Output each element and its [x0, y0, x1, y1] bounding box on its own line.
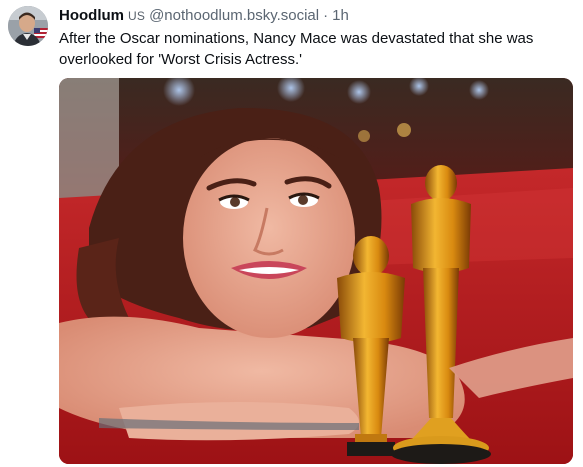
- post-header: Hoodlum US @nothoodlum.bsky.social · 1h: [59, 6, 349, 26]
- post-text: After the Oscar nominations, Nancy Mace …: [59, 30, 534, 68]
- separator-dot: ·: [323, 7, 329, 24]
- oscar-photo-illustration: [59, 78, 573, 464]
- author-display-name[interactable]: Hoodlum: [59, 6, 124, 26]
- avatar-icon: [8, 6, 48, 46]
- post-timestamp[interactable]: 1h: [332, 6, 349, 26]
- author-avatar[interactable]: [8, 6, 48, 46]
- post-image[interactable]: [59, 78, 573, 464]
- country-flag: US: [128, 9, 146, 23]
- author-handle[interactable]: @nothoodlum.bsky.social: [149, 6, 319, 26]
- post-card[interactable]: Hoodlum US @nothoodlum.bsky.social · 1h …: [0, 0, 583, 467]
